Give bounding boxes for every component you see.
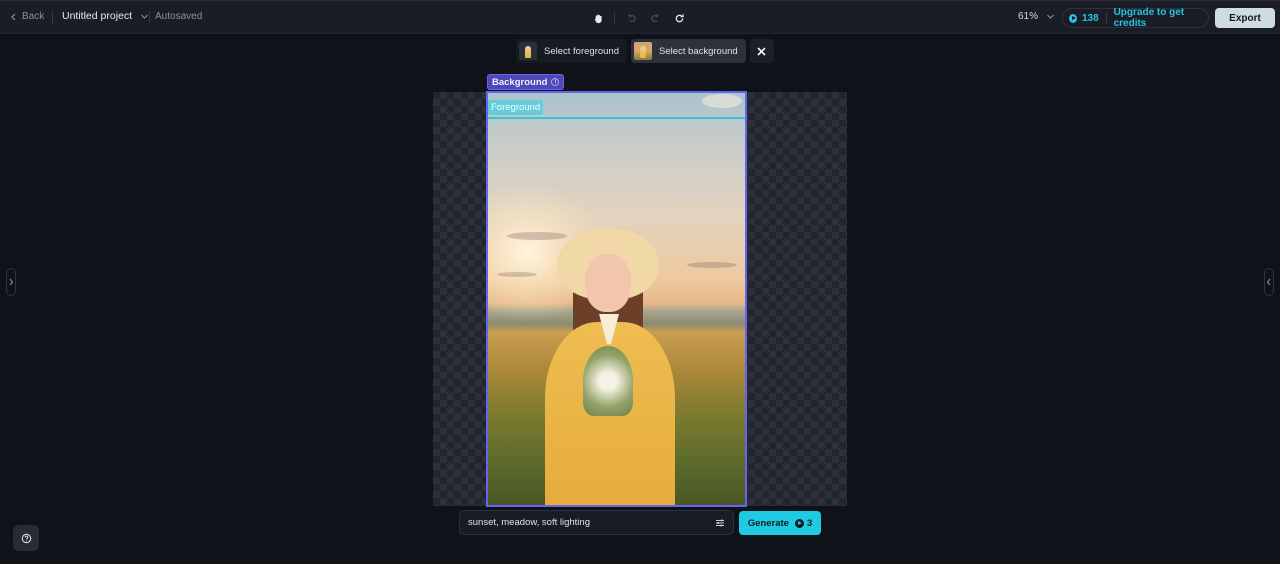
undo-button[interactable] xyxy=(623,10,639,26)
divider xyxy=(614,11,615,25)
info-icon[interactable]: i xyxy=(551,78,560,86)
left-panel-toggle[interactable] xyxy=(6,268,16,296)
divider xyxy=(52,11,53,25)
undo-icon xyxy=(627,13,636,22)
chevron-down-icon xyxy=(1047,14,1054,19)
chevron-left-icon xyxy=(1266,278,1271,286)
pan-tool-button[interactable] xyxy=(590,10,606,26)
select-background-label: Select background xyxy=(659,45,738,57)
reset-button[interactable] xyxy=(671,10,687,26)
divider xyxy=(149,11,150,25)
select-foreground-label: Select foreground xyxy=(544,45,619,57)
prompt-field xyxy=(459,510,734,535)
close-selection-button[interactable] xyxy=(749,39,774,63)
selection-toolbar: Select foreground Select background xyxy=(516,39,774,63)
back-button[interactable]: Back xyxy=(10,11,44,22)
background-thumbnail xyxy=(634,42,652,60)
background-layer-tag[interactable]: Background i xyxy=(487,74,565,90)
redo-icon xyxy=(650,13,659,22)
prompt-input[interactable] xyxy=(468,517,715,528)
background-selection-frame[interactable] xyxy=(486,91,747,507)
foreground-label: Foreground xyxy=(491,102,541,113)
background-label: Background xyxy=(492,76,548,88)
zoom-level: 61% xyxy=(1018,11,1039,22)
zoom-dropdown[interactable]: 61% xyxy=(1018,11,1055,22)
help-button[interactable] xyxy=(13,525,39,551)
upgrade-label: Upgrade to get credits xyxy=(1113,7,1185,29)
foreground-thumbnail xyxy=(519,42,537,60)
chevron-left-icon xyxy=(11,13,16,20)
foreground-layer-tag[interactable]: Foreground xyxy=(488,100,544,115)
divider xyxy=(1105,13,1107,23)
back-label: Back xyxy=(22,11,45,22)
help-icon xyxy=(21,533,31,543)
project-name: Untitled project xyxy=(62,10,133,22)
chevron-right-icon xyxy=(9,278,14,286)
right-panel-toggle[interactable] xyxy=(1264,268,1274,296)
generate-button[interactable]: Generate 3 xyxy=(739,511,821,535)
generate-label: Generate xyxy=(747,517,789,529)
project-name-dropdown[interactable]: Untitled project xyxy=(62,10,149,22)
credits-count: 138 xyxy=(1082,12,1099,24)
close-icon xyxy=(757,46,766,56)
select-background-button[interactable]: Select background xyxy=(631,39,746,63)
save-status: Autosaved xyxy=(155,11,203,22)
select-foreground-button[interactable]: Select foreground xyxy=(516,39,627,63)
top-bar: Back Untitled project Autosaved 61% 138 … xyxy=(0,0,1280,34)
credits-icon xyxy=(794,518,804,528)
generate-cost: 3 xyxy=(806,517,813,529)
hand-icon xyxy=(594,14,602,23)
export-button[interactable]: Export xyxy=(1215,8,1275,28)
redo-button[interactable] xyxy=(647,10,663,26)
credits-icon xyxy=(1069,13,1077,23)
credits-upgrade-button[interactable]: 138 Upgrade to get credits xyxy=(1062,7,1209,29)
sliders-icon[interactable] xyxy=(715,518,725,528)
foreground-boundary xyxy=(488,117,745,119)
canvas-tools xyxy=(590,10,687,26)
chevron-down-icon xyxy=(141,14,148,19)
refresh-icon xyxy=(675,13,684,22)
